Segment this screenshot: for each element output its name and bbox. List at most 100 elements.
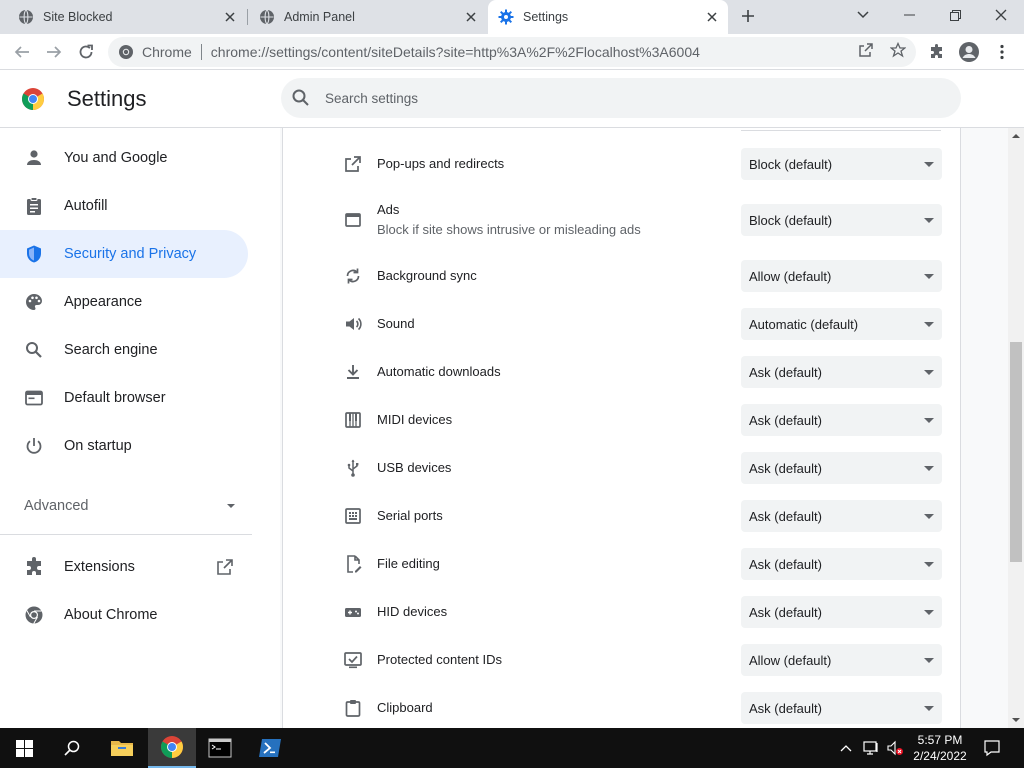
permission-select[interactable]: Ask (default) [741,500,942,532]
tab-site-blocked[interactable]: Site Blocked [8,0,246,34]
close-icon[interactable] [463,9,479,25]
tab-separator [247,9,248,25]
clipped-select-edge [741,128,941,131]
sidebar-item-you-and-google[interactable]: You and Google [0,134,248,182]
browser-toolbar: Chrome chrome://settings/content/siteDet… [0,34,1024,70]
profile-button[interactable] [957,40,981,64]
tab-title: Admin Panel [284,10,355,24]
permission-select[interactable]: Ask (default) [741,452,942,484]
tray-volume-button[interactable] [884,728,906,768]
select-value: Block (default) [749,156,833,172]
permission-select[interactable]: Ask (default) [741,548,942,580]
url-text[interactable]: chrome://settings/content/siteDetails?si… [211,44,700,60]
select-value: Allow (default) [749,268,832,284]
taskbar-clock[interactable]: 5:57 PM 2/24/2022 [905,732,975,764]
address-bar[interactable]: Chrome chrome://settings/content/siteDet… [108,37,916,67]
chrome-logo-icon [21,87,45,111]
site-info-chip[interactable]: Chrome [108,44,192,60]
permission-select[interactable]: Ask (default) [741,356,942,388]
sidebar-item-extensions[interactable]: Extensions [0,543,248,591]
close-icon[interactable] [704,9,720,25]
permission-label: MIDI devices [377,412,453,427]
reload-icon [79,44,93,59]
permission-row-clipboard: Clipboard Ask (default) [283,684,960,728]
taskbar-chrome[interactable] [148,728,196,768]
chevron-down-icon [857,11,869,19]
person-icon [24,148,44,168]
tray-show-hidden-button[interactable] [836,728,856,768]
scroll-down-arrow-icon [1012,718,1020,722]
tab-title: Site Blocked [43,10,113,24]
globe-icon [259,9,275,25]
permission-row-sound: Sound Automatic (default) [283,300,960,348]
forward-button[interactable] [42,40,66,64]
permission-label: Clipboard [377,700,433,715]
open-in-new-icon [216,558,234,576]
sidebar-item-label: Appearance [64,294,143,310]
taskbar-file-explorer[interactable] [98,728,146,768]
avatar-icon [959,42,979,62]
shield-icon [24,244,44,264]
page-title: Settings [67,86,147,111]
permission-select[interactable]: Allow (default) [741,260,942,292]
permission-row-popups: Pop-ups and redirects Block (default) [283,140,960,188]
search-icon [291,88,311,108]
sidebar-item-security-and-privacy[interactable]: Security and Privacy [0,230,248,278]
windows-logo-icon [15,739,33,757]
close-icon[interactable] [222,9,238,25]
sidebar-item-label: On startup [64,438,132,454]
permission-select[interactable]: Allow (default) [741,644,942,676]
permission-select[interactable]: Block (default) [741,148,942,180]
new-tab-button[interactable] [737,5,759,27]
select-value: Ask (default) [749,460,822,476]
caret-down-icon [924,418,934,423]
clipboard-icon [343,698,363,718]
gear-icon [498,9,514,25]
tab-admin-panel[interactable]: Admin Panel [249,0,487,34]
permission-select[interactable]: Ask (default) [741,404,942,436]
extensions-button[interactable] [925,40,949,64]
close-window-button[interactable] [978,0,1024,30]
browser-icon [24,388,44,408]
tray-network-button[interactable] [860,728,882,768]
sidebar-item-label: Security and Privacy [64,246,197,262]
minimize-button[interactable] [886,0,932,30]
caret-down-icon [924,466,934,471]
sidebar-item-search-engine[interactable]: Search engine [0,326,248,374]
action-center-button[interactable] [978,728,1006,768]
reload-button[interactable] [74,40,98,64]
taskbar-search-button[interactable] [48,728,96,768]
permission-select[interactable]: Ask (default) [741,692,942,724]
bookmark-button[interactable] [889,41,907,59]
scrollbar-thumb[interactable] [1010,342,1022,562]
sidebar-item-about-chrome[interactable]: About Chrome [0,591,248,639]
sidebar-item-autofill[interactable]: Autofill [0,182,248,230]
menu-button[interactable] [990,40,1014,64]
permission-select[interactable]: Block (default) [741,204,942,236]
scroll-up-arrow-icon [1012,134,1020,138]
select-value: Ask (default) [749,412,822,428]
gamepad-icon [343,602,363,622]
page-scrollbar[interactable] [1008,128,1024,728]
sidebar-item-on-startup[interactable]: On startup [0,422,248,470]
select-value: Allow (default) [749,652,832,668]
back-button[interactable] [10,40,34,64]
taskbar-command-prompt[interactable] [196,728,244,768]
restore-button[interactable] [932,0,978,30]
caret-down-icon [924,218,934,223]
sidebar-advanced-toggle[interactable]: Advanced [24,494,236,518]
share-button[interactable] [857,41,875,59]
permission-select[interactable]: Ask (default) [741,596,942,628]
sidebar-item-label: Autofill [64,198,108,214]
tab-settings[interactable]: Settings [488,0,728,34]
sidebar-item-appearance[interactable]: Appearance [0,278,248,326]
arrow-left-icon [14,46,29,58]
sidebar-item-default-browser[interactable]: Default browser [0,374,248,422]
search-settings-input[interactable]: Search settings [281,78,961,118]
taskbar-powershell[interactable] [246,728,294,768]
tab-search-button[interactable] [840,0,886,30]
protected-content-icon [343,650,363,670]
start-button[interactable] [0,728,48,768]
permission-select[interactable]: Automatic (default) [741,308,942,340]
permission-row-serial-ports: Serial ports Ask (default) [283,492,960,540]
